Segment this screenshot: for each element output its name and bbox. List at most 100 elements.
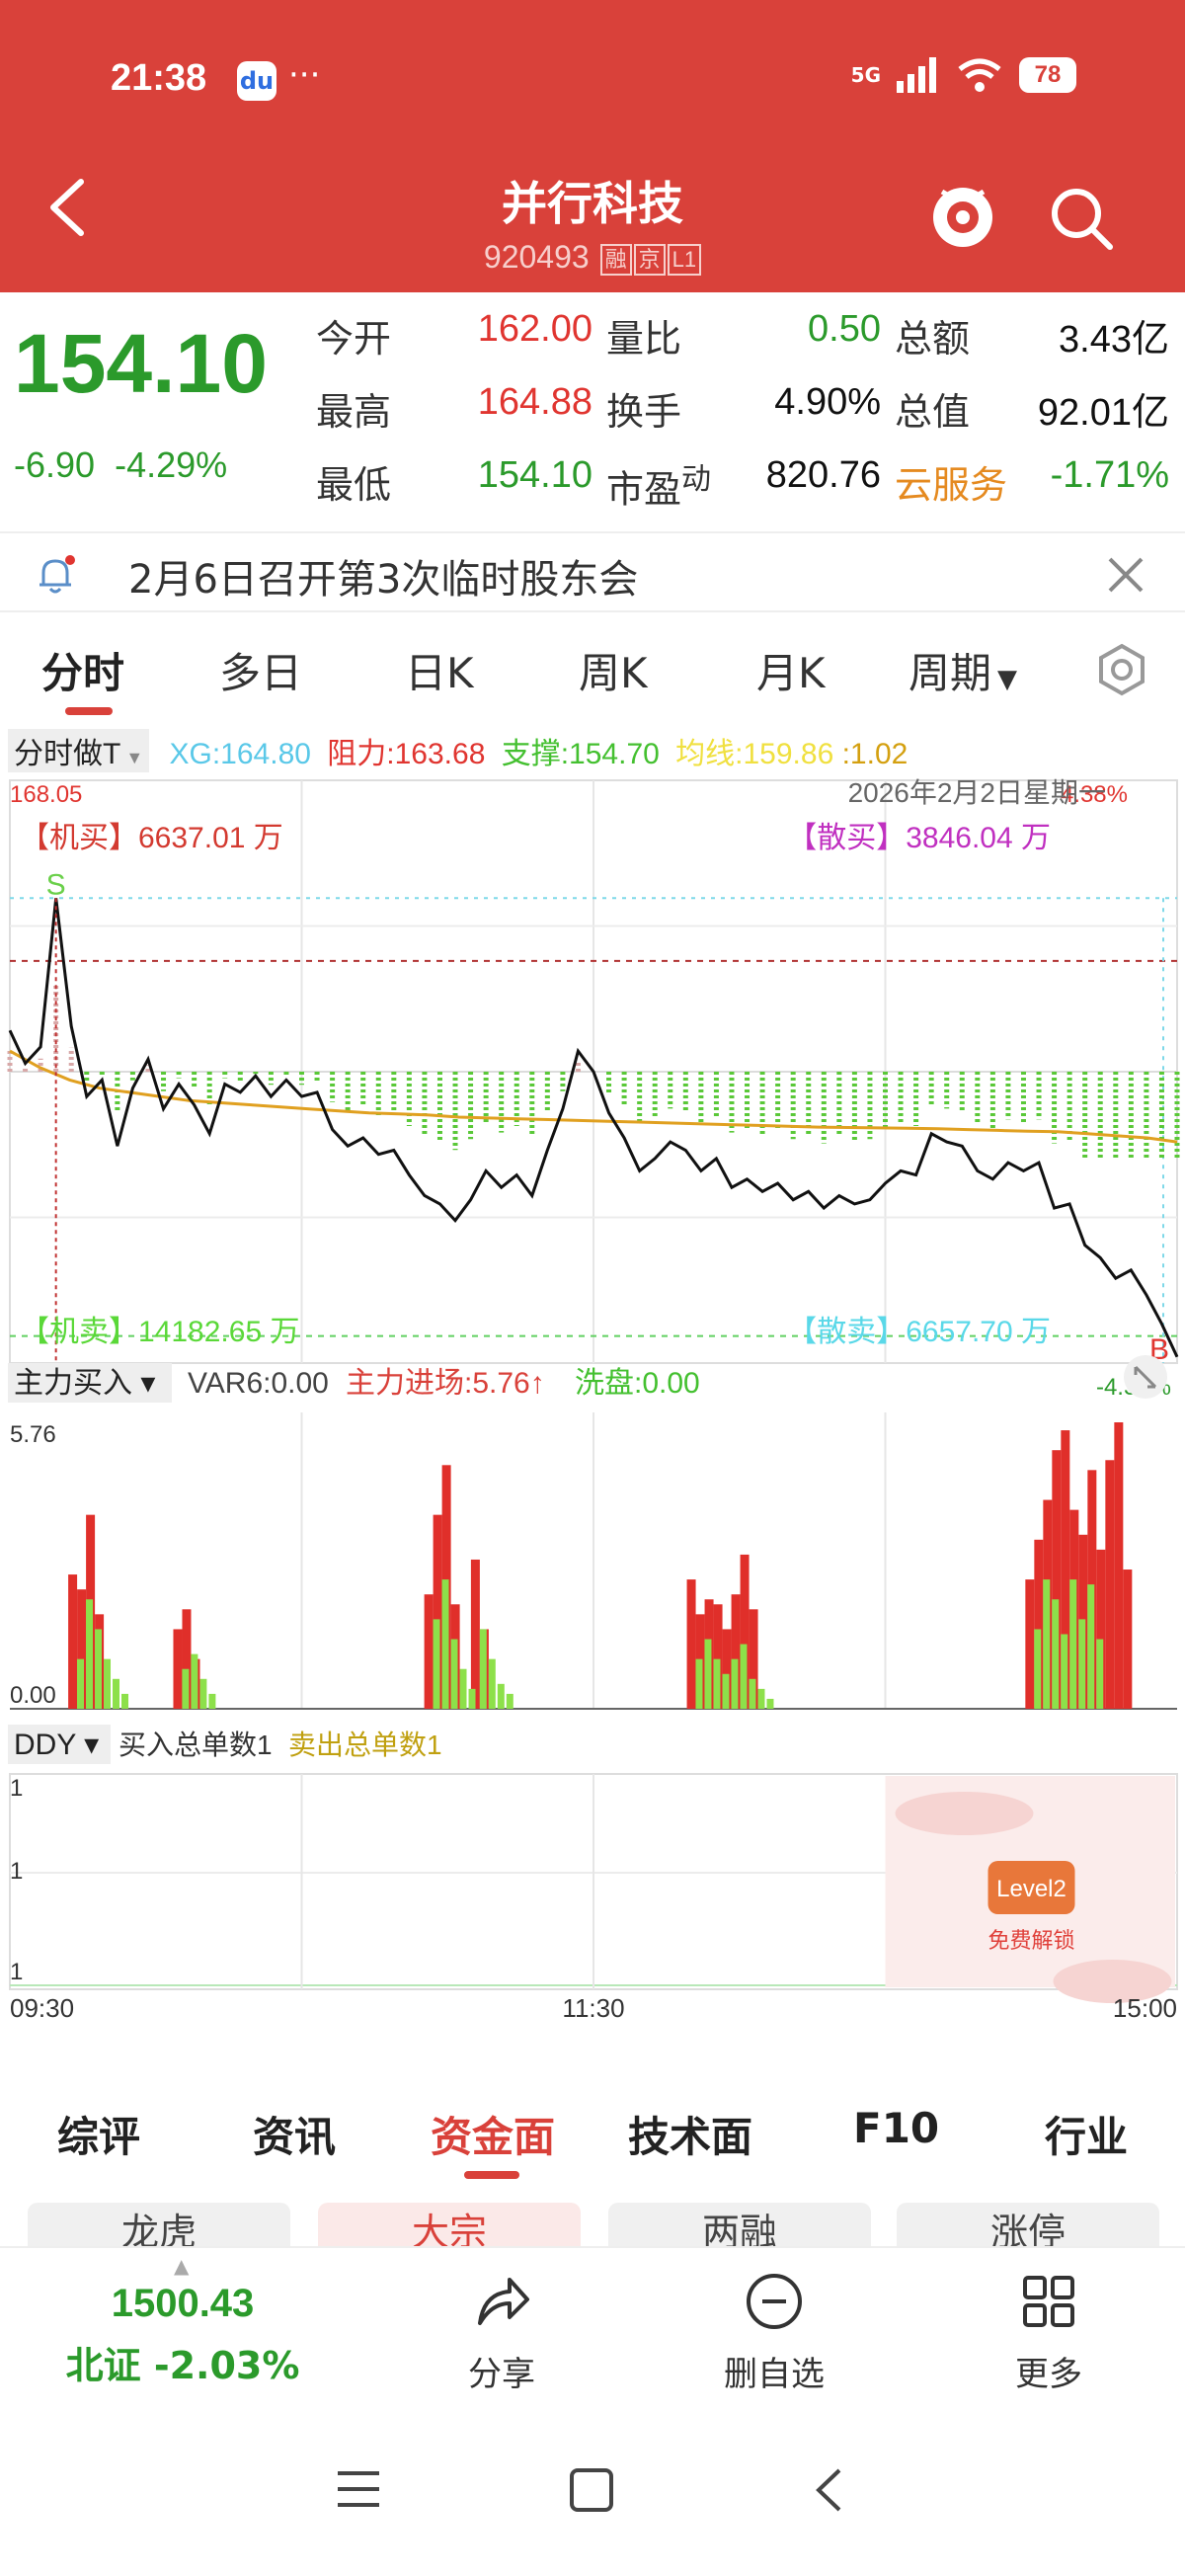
subtab-margin[interactable]: 两融 bbox=[608, 2203, 871, 2248]
value-market-cap: 92.01亿 bbox=[1037, 392, 1169, 434]
change-value: -6.90 bbox=[14, 444, 96, 485]
indicator-dropdown[interactable]: 分时做T ▼ bbox=[8, 729, 150, 772]
subtab-dragon-tiger[interactable]: 龙虎 bbox=[28, 2203, 290, 2248]
legend-var6: VAR6:0.00 bbox=[188, 1367, 329, 1400]
label-market-cap: 总值 bbox=[895, 390, 971, 434]
signal-icon bbox=[897, 57, 936, 93]
network-label: 5G bbox=[850, 63, 881, 87]
tab-industry[interactable]: 行业 bbox=[1045, 2104, 1128, 2164]
institution-sell-label: 【机卖】14182.65 万 bbox=[20, 1316, 299, 1348]
subtab-block-trade[interactable]: 大宗 bbox=[318, 2203, 581, 2248]
back-nav-icon[interactable] bbox=[814, 2467, 843, 2513]
share-icon bbox=[478, 2278, 529, 2325]
chevron-down-icon: ▼ bbox=[997, 665, 1018, 694]
x-tick-label: 11:30 bbox=[562, 1993, 624, 2023]
subtab-limit-up[interactable]: 涨停 bbox=[897, 2203, 1159, 2248]
retail-buy-label: 【散买】3846.04 万 bbox=[787, 822, 1051, 854]
washout-bar bbox=[113, 1678, 120, 1709]
washout-bar bbox=[506, 1693, 514, 1709]
baidu-app-icon: du bbox=[237, 61, 276, 101]
x-tick-label: 15:00 bbox=[1113, 1993, 1177, 2023]
washout-bar bbox=[468, 1688, 476, 1709]
index-name-row[interactable]: 北证 -2.03% bbox=[40, 2335, 326, 2389]
tab-f10[interactable]: F10 bbox=[853, 2104, 939, 2152]
pe-dynamic-sup: 动 bbox=[681, 462, 712, 497]
value-low: 154.10 bbox=[477, 454, 592, 496]
legend-main-force: 主力进场:5.76↑ bbox=[346, 1367, 545, 1400]
main-force-bar bbox=[68, 1574, 78, 1709]
tab-active-underline bbox=[65, 707, 113, 715]
share-label: 分享 bbox=[468, 2355, 535, 2394]
status-icons: 5G 78 bbox=[851, 57, 1076, 93]
y-label: 1 bbox=[10, 1959, 23, 1985]
settings-icon[interactable] bbox=[1094, 642, 1149, 697]
washout-bar bbox=[740, 1644, 748, 1709]
share-button[interactable] bbox=[423, 2270, 581, 2337]
main-force-bar bbox=[424, 1594, 434, 1709]
label-turnover-rate: 换手 bbox=[606, 390, 682, 434]
washout-bar bbox=[77, 1658, 85, 1709]
intraday-price-chart[interactable]: SB168.05153.954.38%2026年2月2日星期一-4.38%【机买… bbox=[0, 770, 1185, 2045]
wifi-icon bbox=[958, 58, 1001, 92]
tab-technical[interactable]: 技术面 bbox=[628, 2104, 752, 2164]
tag-margin: 融 bbox=[599, 243, 632, 276]
value-open: 162.00 bbox=[477, 308, 592, 350]
bottom-action-bar: ▲ 1500.43 北证 -2.03% 分享 删自选 更多 bbox=[0, 2246, 1185, 2414]
stock-name: 并行科技 bbox=[502, 177, 683, 230]
main-force-bar bbox=[686, 1579, 696, 1709]
indicator-ratio: :1.02 bbox=[841, 738, 908, 770]
washout-bar bbox=[749, 1678, 756, 1709]
washout-bar bbox=[1078, 1619, 1086, 1709]
tab-daily-k[interactable]: 日K bbox=[405, 640, 474, 700]
close-icon[interactable] bbox=[1102, 551, 1149, 599]
remove-watchlist-button[interactable] bbox=[695, 2270, 853, 2337]
washout-bar bbox=[459, 1668, 467, 1709]
y-label: 1 bbox=[10, 1775, 23, 1802]
value-turnover-rate: 4.90% bbox=[774, 381, 881, 423]
main-force-dropdown: 主力买入 ▾ bbox=[14, 1367, 155, 1400]
washout-bar bbox=[722, 1673, 730, 1709]
tab-multiday[interactable]: 多日 bbox=[219, 640, 302, 700]
chart-area[interactable]: SB168.05153.954.38%2026年2月2日星期一-4.38%【机买… bbox=[0, 770, 1185, 2049]
change-percent: -4.29% bbox=[115, 444, 228, 485]
more-button[interactable] bbox=[970, 2270, 1128, 2337]
label-turnover-amount: 总额 bbox=[895, 317, 971, 361]
remove-watchlist-label: 删自选 bbox=[724, 2355, 825, 2394]
price-change: -6.90 -4.29% bbox=[14, 444, 227, 486]
washout-bar bbox=[497, 1683, 505, 1709]
washout-bar bbox=[1043, 1579, 1051, 1709]
mascot-alarm-icon[interactable] bbox=[928, 178, 997, 257]
washout-bar bbox=[208, 1693, 216, 1709]
search-icon[interactable] bbox=[1047, 184, 1116, 253]
washout-bar bbox=[757, 1688, 765, 1709]
tab-capital-flow[interactable]: 资金面 bbox=[431, 2104, 555, 2164]
washout-bar bbox=[704, 1639, 712, 1709]
washout-bar bbox=[191, 1653, 198, 1709]
notice-bar[interactable]: 2月6日召开第3次临时股东会 bbox=[0, 531, 1185, 612]
institution-buy-label: 【机买】6637.01 万 bbox=[20, 822, 283, 854]
tab-intraday[interactable]: 分时 bbox=[41, 640, 124, 700]
tab-period-dropdown[interactable]: 周期 ▼ bbox=[908, 640, 1017, 700]
tab-news[interactable]: 资讯 bbox=[253, 2104, 336, 2164]
home-icon[interactable] bbox=[569, 2467, 614, 2513]
legend-sell-orders: 卖出总单数1 bbox=[288, 1730, 442, 1760]
retail-sell-label: 【散卖】6657.70 万 bbox=[787, 1316, 1051, 1348]
menu-icon[interactable] bbox=[336, 2469, 381, 2509]
tag-exchange: 京 bbox=[633, 243, 666, 276]
washout-bar bbox=[182, 1668, 190, 1709]
indicator-xg: XG:164.80 bbox=[169, 738, 311, 770]
washout-bar bbox=[441, 1579, 449, 1709]
tab-monthly-k[interactable]: 月K bbox=[756, 640, 826, 700]
s-signal-marker: S bbox=[46, 868, 66, 901]
washout-bar bbox=[488, 1658, 496, 1709]
unlock-text: 免费解锁 bbox=[988, 1928, 1074, 1953]
main-force-bar bbox=[470, 1559, 480, 1709]
main-force-bar bbox=[1105, 1460, 1115, 1709]
main-force-bar bbox=[1123, 1570, 1133, 1709]
washout-bar bbox=[1052, 1599, 1060, 1709]
y-top-label: 5.76 bbox=[10, 1421, 56, 1448]
blur-blob bbox=[895, 1792, 1034, 1835]
tab-weekly-k[interactable]: 周K bbox=[579, 640, 648, 700]
tab-overview[interactable]: 综评 bbox=[57, 2104, 140, 2164]
index-value[interactable]: 1500.43 bbox=[40, 2282, 326, 2326]
